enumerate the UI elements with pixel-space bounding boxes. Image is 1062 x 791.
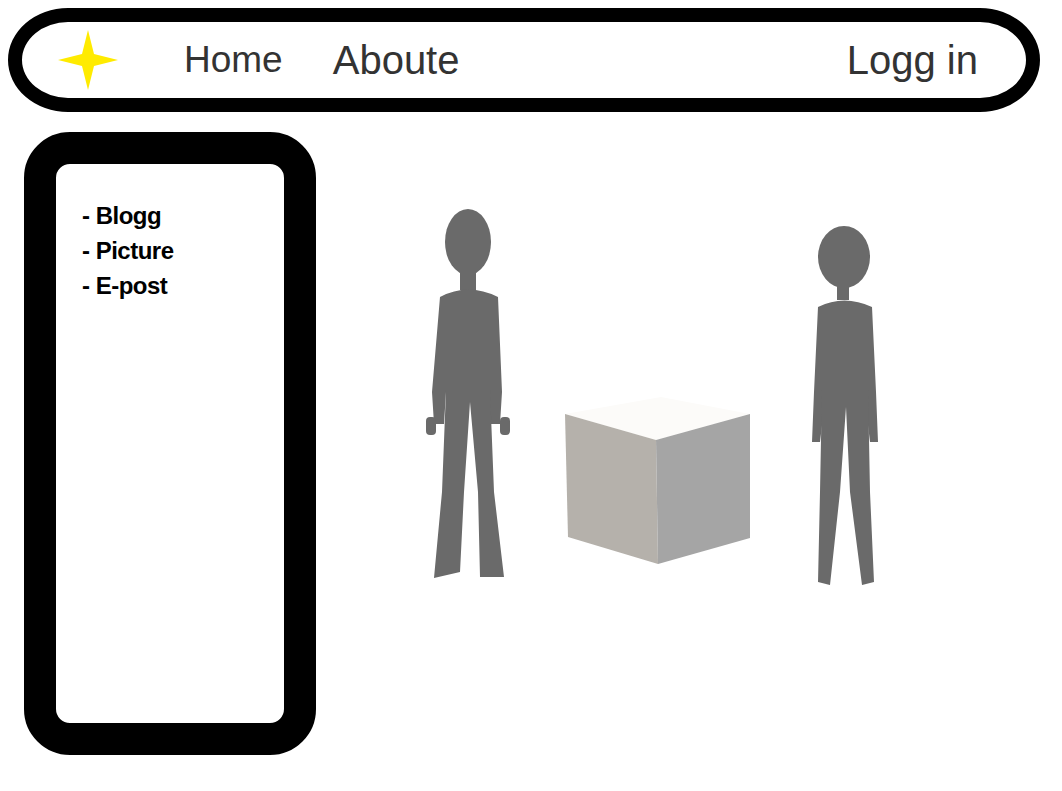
login-link[interactable]: Logg in xyxy=(847,38,978,83)
cube xyxy=(565,397,750,564)
star-logo-icon[interactable] xyxy=(56,28,120,92)
sidebar: - Blogg- Picture- E-post xyxy=(24,132,316,755)
scene-picture xyxy=(416,202,916,602)
woman-figure xyxy=(812,226,878,585)
nav-links: Home Aboute xyxy=(184,38,459,83)
man-figure xyxy=(426,209,510,578)
sidebar-item[interactable]: - Picture xyxy=(82,233,274,268)
nav-link[interactable]: Home xyxy=(184,39,283,81)
sidebar-item[interactable]: - Blogg xyxy=(82,198,274,233)
sidebar-item[interactable]: - E-post xyxy=(82,268,274,303)
nav-link[interactable]: Aboute xyxy=(333,38,460,83)
top-nav: Home Aboute Logg in xyxy=(8,8,1040,112)
